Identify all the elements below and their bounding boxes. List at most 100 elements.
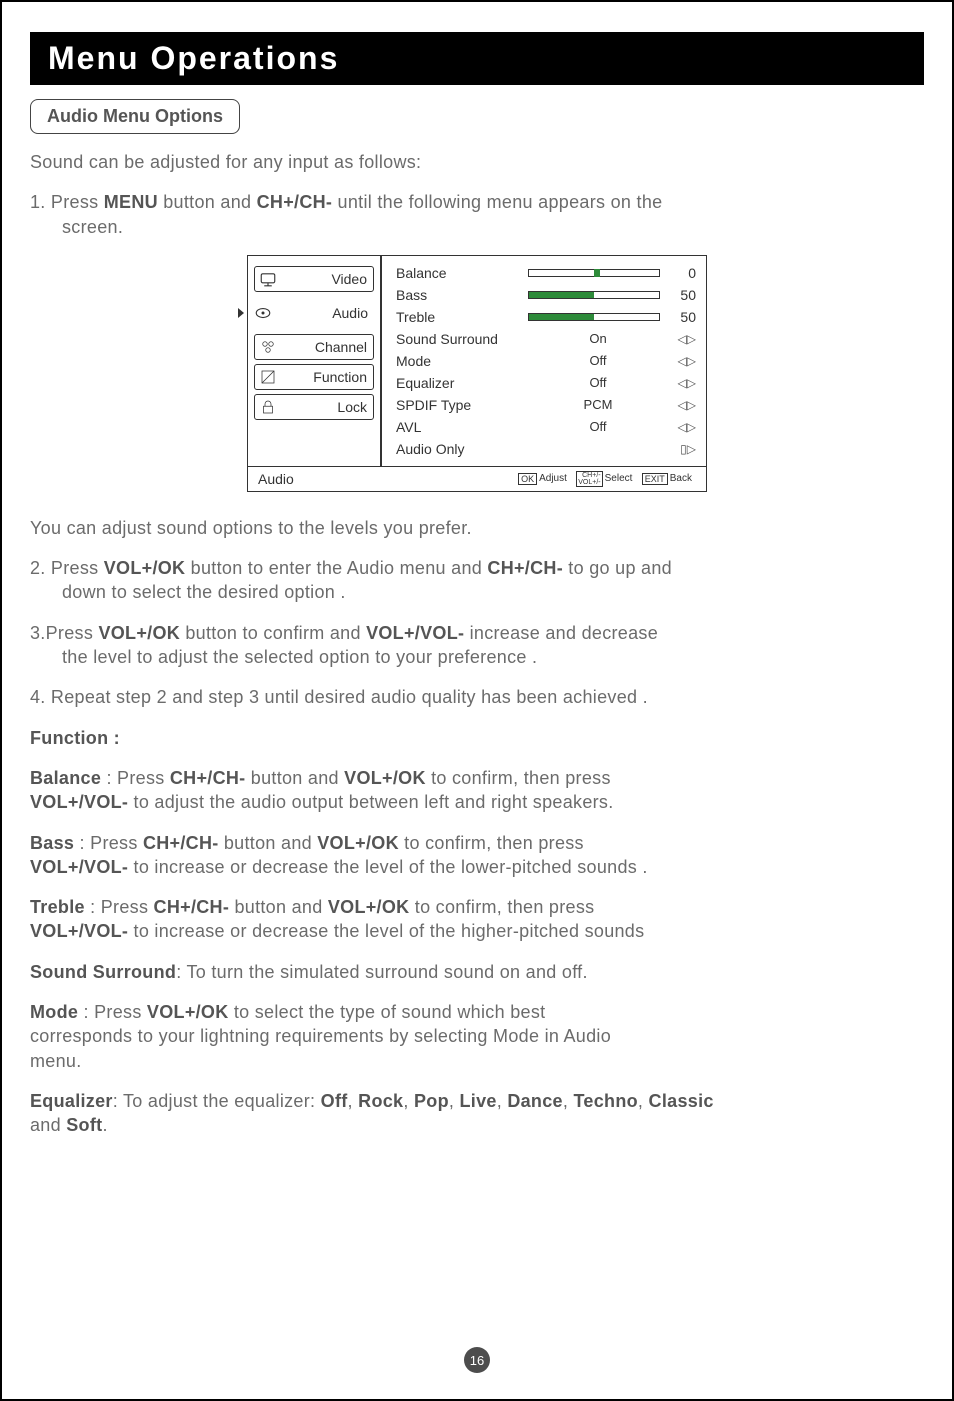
func-balance: Balance : Press CH+/CH- button and VOL+/…	[30, 766, 924, 790]
hint-back: Back	[670, 473, 692, 484]
text-bold: VOL+/OK	[317, 833, 399, 853]
text: ,	[563, 1091, 574, 1111]
channel-icon	[259, 338, 277, 356]
text: .	[102, 1115, 107, 1135]
func-treble-line2: VOL+/VOL- to increase or decrease the le…	[30, 919, 924, 943]
text: button and	[219, 833, 318, 853]
text: 2. Press	[30, 558, 104, 578]
text-bold: VOL+/VOL-	[30, 857, 128, 877]
left-right-arrow-icon: ◁▷	[668, 354, 696, 368]
text: : Press	[85, 897, 154, 917]
osd-tab-function: Function	[254, 364, 374, 390]
hint-adjust: Adjust	[539, 473, 567, 484]
func-bass-line2: VOL+/VOL- to increase or decrease the le…	[30, 855, 924, 879]
text: to go up and	[563, 558, 672, 578]
text-bold: Mode	[30, 1002, 78, 1022]
step-2: 2. Press VOL+/OK button to enter the Aud…	[30, 556, 924, 580]
text-bold: CH+/CH-	[487, 558, 563, 578]
func-sound-surround: Sound Surround: To turn the simulated su…	[30, 960, 924, 984]
text: ,	[348, 1091, 359, 1111]
left-right-arrow-icon: ◁▷	[668, 420, 696, 434]
osd-row-name: Balance	[396, 265, 528, 281]
osd-row: Treble 50	[396, 306, 696, 328]
text-bold: Soft	[66, 1115, 102, 1135]
osd-footer-title: Audio	[258, 471, 392, 487]
text-bold: Techno	[573, 1091, 637, 1111]
osd-row-value: Off	[528, 375, 668, 390]
page-title: Menu Operations	[30, 32, 924, 85]
text-bold: Live	[459, 1091, 496, 1111]
osd-row-name: Equalizer	[396, 375, 528, 391]
osd-options: Balance0Bass50Treble50Sound SurroundOn◁▷…	[382, 256, 706, 466]
osd-row-value: 50	[668, 309, 696, 325]
eq-values: Off, Rock, Pop, Live, Dance, Techno, Cla…	[321, 1091, 714, 1111]
hint-exit: EXIT	[642, 473, 668, 485]
osd-tab-label: Video	[283, 271, 367, 287]
intro-text: Sound can be adjusted for any input as f…	[30, 150, 924, 174]
text: : Press	[101, 768, 170, 788]
slider-thumb	[594, 269, 600, 277]
text: button and	[158, 192, 257, 212]
text-bold: CH+/CH-	[257, 192, 333, 212]
text: to adjust the audio output between left …	[128, 792, 613, 812]
osd-footer-hints: OKAdjust CH+/-VOL+/-Select EXITBack	[392, 471, 696, 487]
osd-tab-lock: Lock	[254, 394, 374, 420]
left-right-arrow-icon: ◁▷	[668, 398, 696, 412]
osd-row-value: Off	[528, 419, 668, 434]
osd-row: AVLOff◁▷	[396, 416, 696, 438]
osd-tab-label: Function	[283, 369, 367, 385]
osd-row: Audio Only▯▷	[396, 438, 696, 460]
text: and	[30, 1115, 66, 1135]
function-heading: Function :	[30, 726, 924, 750]
step-3: 3.Press VOL+/OK button to confirm and VO…	[30, 621, 924, 645]
text-bold: VOL+/OK	[328, 897, 410, 917]
slider-fill	[529, 314, 594, 320]
video-icon	[259, 270, 277, 288]
step-1-line2: screen.	[30, 215, 924, 239]
audio-icon	[254, 304, 272, 322]
func-equalizer: Equalizer: To adjust the equalizer: Off,…	[30, 1089, 924, 1113]
osd-row-name: Treble	[396, 309, 528, 325]
func-balance-line2: VOL+/VOL- to adjust the audio output bet…	[30, 790, 924, 814]
text: : To adjust the equalizer:	[113, 1091, 321, 1111]
osd-slider	[528, 269, 660, 277]
text-bold: Treble	[30, 897, 85, 917]
text-bold: VOL+/OK	[344, 768, 426, 788]
text: to increase or decrease the level of the…	[128, 921, 644, 941]
osd-row-name: Audio Only	[396, 441, 528, 457]
osd-row-name: Bass	[396, 287, 528, 303]
func-equalizer-line2: and Soft.	[30, 1113, 924, 1137]
section-heading: Audio Menu Options	[30, 99, 240, 134]
text: to confirm, then press	[426, 768, 611, 788]
left-right-arrow-icon: ◁▷	[668, 332, 696, 346]
text: button and	[229, 897, 328, 917]
func-treble: Treble : Press CH+/CH- button and VOL+/O…	[30, 895, 924, 919]
func-bass: Bass : Press CH+/CH- button and VOL+/OK …	[30, 831, 924, 855]
osd-row-name: Mode	[396, 353, 528, 369]
text: ,	[403, 1091, 414, 1111]
osd-row-value: Off	[528, 353, 668, 368]
text-bold: VOL+/OK	[147, 1002, 229, 1022]
lock-icon	[259, 398, 277, 416]
osd-tab-audio: Audio	[250, 300, 374, 326]
hint-ok: OK	[518, 473, 537, 485]
osd-row-value: On	[528, 331, 668, 346]
osd-tab-video: Video	[254, 266, 374, 292]
text: button and	[245, 768, 344, 788]
text-bold: VOL+/VOL-	[366, 623, 464, 643]
text: : Press	[74, 833, 143, 853]
text: 1. Press	[30, 192, 104, 212]
text-bold: VOL+/VOL-	[30, 921, 128, 941]
text: to select the type of sound which best	[229, 1002, 546, 1022]
osd-tab-label: Channel	[283, 339, 367, 355]
osd-row: Bass50	[396, 284, 696, 306]
text: VOL+/-	[578, 479, 600, 486]
osd-row: Balance0	[396, 262, 696, 284]
text: : Press	[78, 1002, 147, 1022]
text: ,	[497, 1091, 508, 1111]
osd-slider	[528, 313, 660, 321]
after-osd-text: You can adjust sound options to the leve…	[30, 516, 924, 540]
text-bold: VOL+/OK	[98, 623, 180, 643]
text-bold: Rock	[358, 1091, 403, 1111]
hint-chvol: CH+/-VOL+/-	[576, 471, 602, 487]
